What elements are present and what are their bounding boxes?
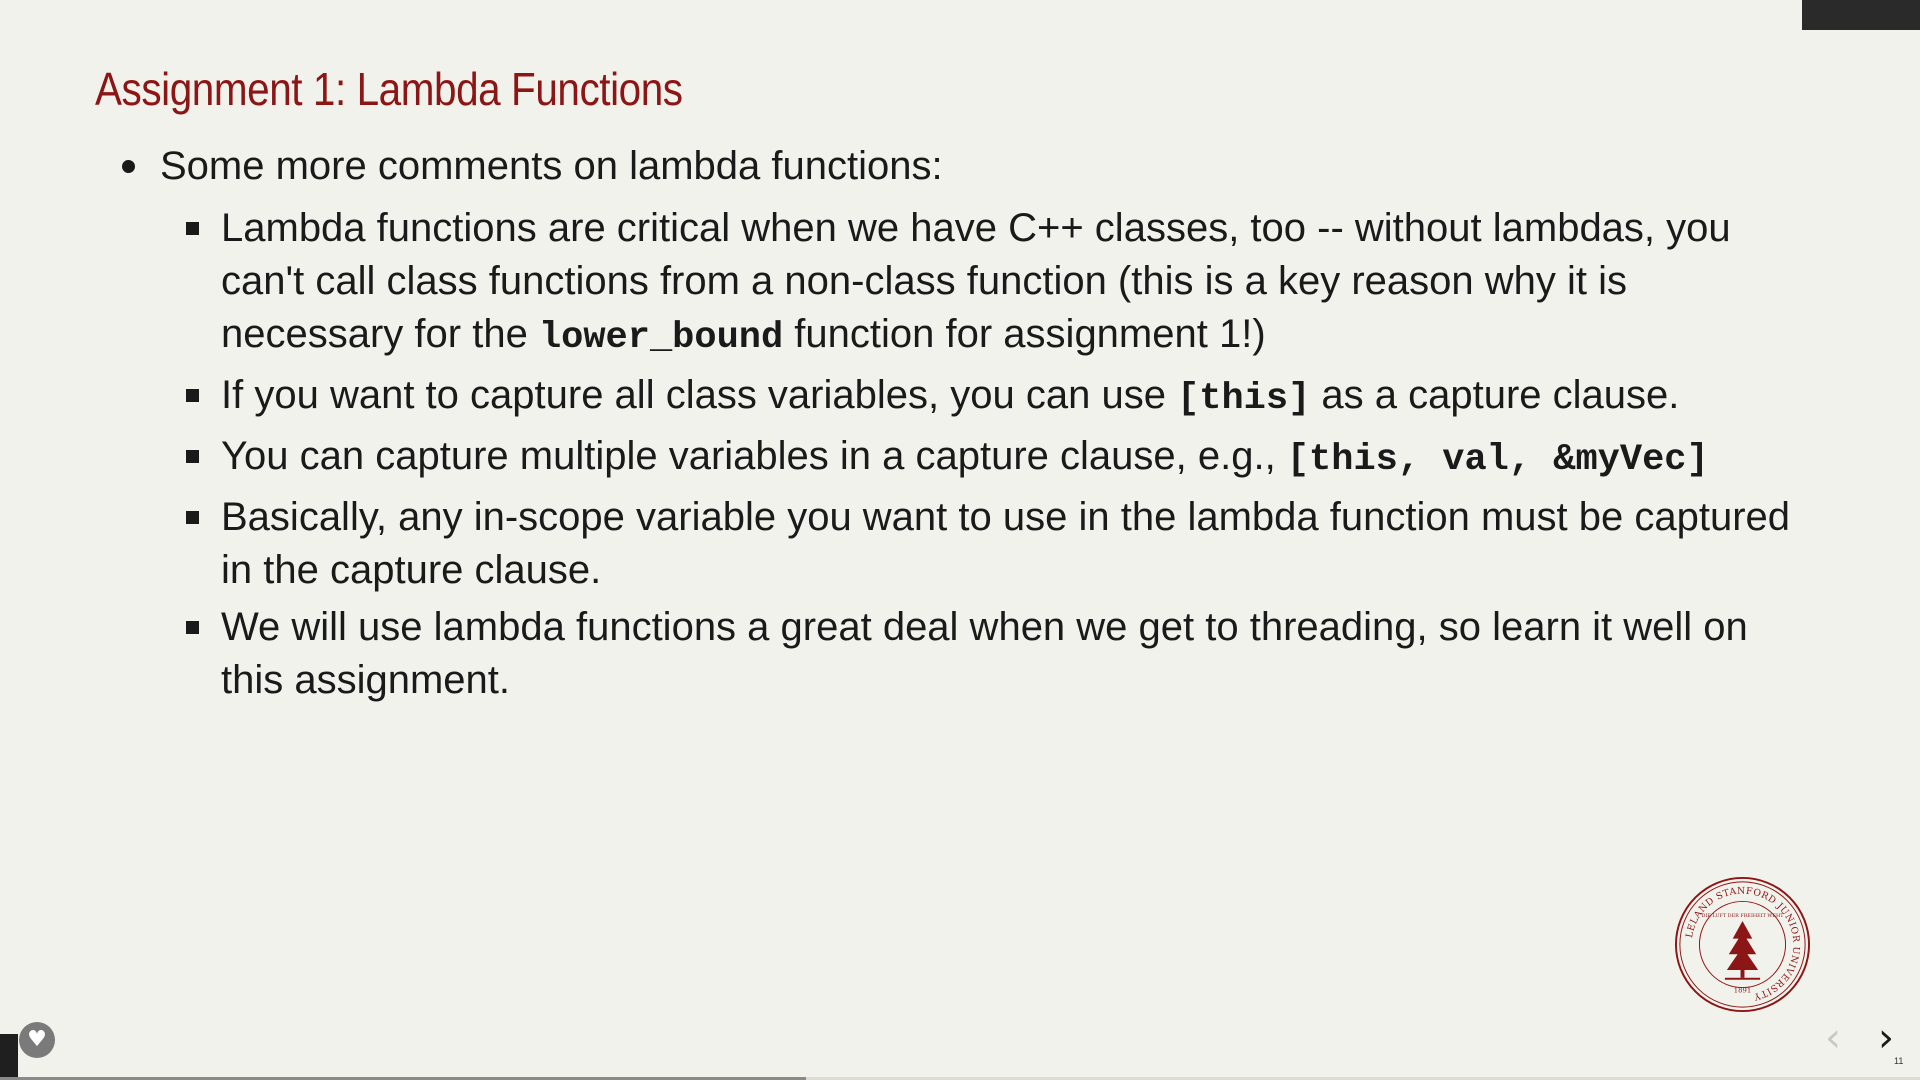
sub-bullet-4-text: Basically, any in-scope variable you wan… [221,495,1791,592]
sub-bullet-1-code: lower_bound [538,317,784,359]
sub-bullet-3-code: [this, val, &myVec] [1286,439,1709,481]
square-bullet-icon [186,450,199,463]
square-bullet-icon [186,222,199,235]
main-bullet-text: Some more comments on lambda functions: [160,144,943,188]
sub-bullet-5: We will use lambda functions a great dea… [120,601,1820,707]
sub-bullet-1-text-end: function for assignment 1!) [783,312,1266,356]
heart-icon[interactable]: ♥ [19,1022,55,1058]
stanford-seal-logo: LELAND STANFORD JUNIOR UNIVERSITY DIE LU… [1674,876,1811,1013]
sub-bullet-3: You can capture multiple variables in a … [120,430,1820,487]
sub-bullet-1: Lambda functions are critical when we ha… [120,202,1820,365]
sub-bullet-2-code: [this] [1177,378,1311,420]
svg-text:DIE LUFT DER FREIHEIT WEHT: DIE LUFT DER FREIHEIT WEHT [1701,913,1784,919]
top-right-bar [1802,0,1920,30]
sub-bullet-2-text-end: as a capture clause. [1310,373,1680,417]
square-bullet-icon [186,389,199,402]
sub-bullet-2-text: If you want to capture all class variabl… [221,373,1178,417]
square-bullet-icon [186,621,199,634]
bullet-dot-icon [122,160,135,173]
slide-title: Assignment 1: Lambda Functions [95,63,683,115]
chevron-left-icon: ‹ [1825,1015,1841,1061]
sub-bullet-2: If you want to capture all class variabl… [120,369,1820,426]
tree-icon [1724,921,1761,980]
main-bullet: Some more comments on lambda functions: [120,140,1820,192]
left-edge-handle [0,1034,18,1080]
sub-bullet-5-text: We will use lambda functions a great dea… [221,605,1748,702]
slide-body: Some more comments on lambda functions: … [120,140,1820,707]
prev-slide-button[interactable]: ‹ [1825,1018,1841,1058]
square-bullet-icon [186,511,199,524]
page-number: 11 [1894,1056,1904,1066]
sub-bullet-3-text: You can capture multiple variables in a … [221,434,1287,478]
chevron-right-icon: › [1878,1015,1894,1061]
next-slide-button[interactable]: › [1878,1018,1894,1058]
svg-text:1891: 1891 [1734,986,1751,994]
sub-bullet-4: Basically, any in-scope variable you wan… [120,491,1820,597]
